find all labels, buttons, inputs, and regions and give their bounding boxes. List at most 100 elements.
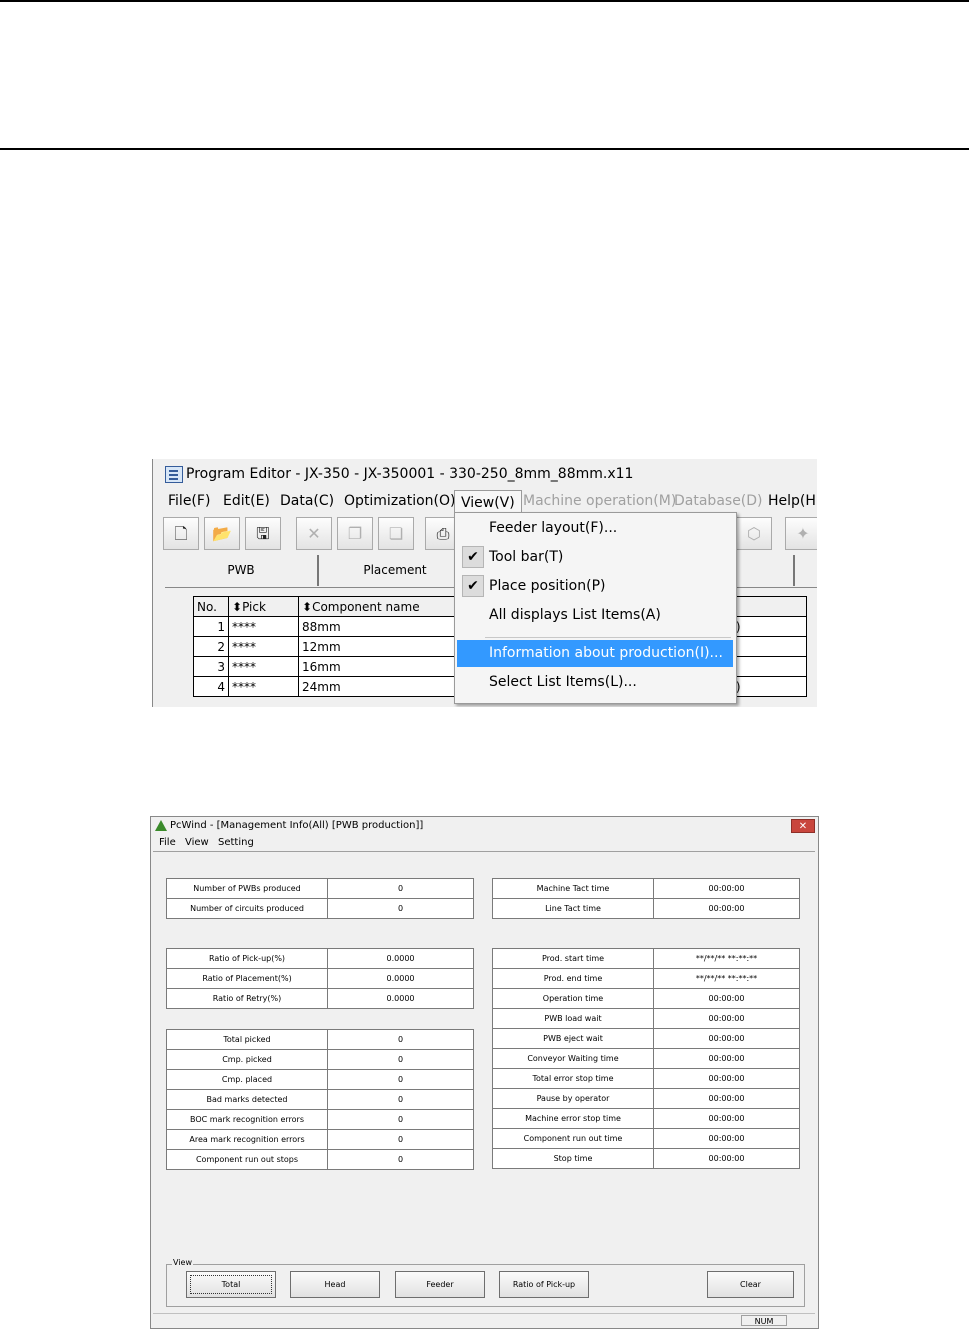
tab-placement[interactable]: Placement <box>319 555 473 586</box>
row-value: 0 <box>327 1029 474 1050</box>
menu-help[interactable]: Help(H) <box>768 489 817 513</box>
copy-icon[interactable]: ❐ <box>337 517 373 550</box>
table-row: Machine error stop time 00:00:00 <box>492 1108 800 1129</box>
row-label: Ratio of Placement(%) <box>166 968 328 989</box>
menu-database[interactable]: Database(D) <box>674 489 763 513</box>
row-label: PWB eject wait <box>492 1028 654 1049</box>
row-value: 0 <box>327 878 474 899</box>
save-icon[interactable]: 🖫 <box>245 517 281 550</box>
table-row: Operation time 00:00:00 <box>492 988 800 1009</box>
table-row: Cmp. picked 0 <box>166 1049 474 1070</box>
pin-icon[interactable]: ✦ <box>785 517 817 550</box>
row-value: **/**/** **:**:** <box>653 948 800 969</box>
tab-pwb[interactable]: PWB <box>165 555 319 586</box>
check-icon: ✔ <box>462 575 484 597</box>
close-icon[interactable]: ✕ <box>791 819 815 833</box>
pcwind-window: PcWind - [Management Info(All) [PWB prod… <box>150 816 819 1329</box>
row-no: 1 <box>193 616 229 637</box>
total-button[interactable]: Total <box>186 1271 276 1298</box>
menu-file[interactable]: File(F) <box>168 489 210 513</box>
menu-item-feeder-layout[interactable]: Feeder layout(F)... <box>457 515 733 542</box>
menu-item-information-about-production[interactable]: Information about production(I)... <box>457 640 733 667</box>
table-row: Stop time 00:00:00 <box>492 1148 800 1169</box>
row-value: **/**/** **:**:** <box>653 968 800 989</box>
row-label: Total error stop time <box>492 1068 654 1089</box>
table-row: Area mark recognition errors 0 <box>166 1129 474 1150</box>
menu-view[interactable]: View(V) <box>454 490 522 514</box>
paste-icon[interactable]: ❏ <box>378 517 414 550</box>
row-label: Operation time <box>492 988 654 1009</box>
num-lock-indicator: NUM <box>741 1315 787 1326</box>
row-label: Cmp. picked <box>166 1049 328 1070</box>
program-editor-window: Program Editor - JX-350 - JX-350001 - 33… <box>152 459 817 707</box>
delete-icon[interactable]: ✕ <box>296 517 332 550</box>
row-value: 0 <box>327 1069 474 1090</box>
row-label: Ratio of Retry(%) <box>166 988 328 1009</box>
row-label: PWB load wait <box>492 1008 654 1029</box>
menu-data[interactable]: Data(C) <box>280 489 334 513</box>
menu-setting[interactable]: Setting <box>218 835 254 850</box>
management-info-panel: Number of PWBs produced 0 Number of circu… <box>153 851 815 1314</box>
menu-file[interactable]: File <box>159 835 176 850</box>
row-value: 0 <box>327 898 474 919</box>
menu-machine-operation[interactable]: Machine operation(M) <box>523 489 676 513</box>
table-row: Conveyor Waiting time 00:00:00 <box>492 1048 800 1069</box>
row-label: Machine Tact time <box>492 878 654 899</box>
table-row: Ratio of Placement(%) 0.0000 <box>166 968 474 989</box>
head-button[interactable]: Head <box>290 1271 380 1298</box>
pcwind-title-bar: PcWind - [Management Info(All) [PWB prod… <box>151 817 818 835</box>
row-value: 0 <box>327 1089 474 1110</box>
row-value: 0 <box>327 1149 474 1170</box>
menu-item-label: Feeder layout(F)... <box>489 520 618 536</box>
editor-title-bar: Program Editor - JX-350 - JX-350001 - 33… <box>153 459 817 489</box>
ratio-of-pickup-button[interactable]: Ratio of Pick-up <box>499 1271 589 1298</box>
row-value: 0.0000 <box>327 948 474 969</box>
menu-item-select-list-items[interactable]: Select List Items(L)... <box>457 669 733 696</box>
row-label: Stop time <box>492 1148 654 1169</box>
production-count-table: Number of PWBs produced 0 Number of circu… <box>166 878 474 919</box>
package-icon[interactable]: ⬡ <box>736 517 772 550</box>
row-label: Component run out stops <box>166 1149 328 1170</box>
pcwind-app-icon <box>155 820 167 831</box>
header-rule <box>0 148 969 150</box>
editor-title: Program Editor - JX-350 - JX-350001 - 33… <box>186 466 634 482</box>
row-pick: **** <box>228 656 299 677</box>
menu-item-tool-bar[interactable]: ✔ Tool bar(T) <box>457 544 733 571</box>
menu-view[interactable]: View <box>185 835 209 850</box>
view-dropdown-menu: Feeder layout(F)... ✔ Tool bar(T) ✔ Place … <box>454 512 737 704</box>
row-pick: **** <box>228 636 299 657</box>
check-icon: ✔ <box>462 546 484 568</box>
row-label: Cmp. placed <box>166 1069 328 1090</box>
pcwind-title: PcWind - [Management Info(All) [PWB prod… <box>170 820 424 831</box>
table-row: Line Tact time 00:00:00 <box>492 898 800 919</box>
table-row: PWB eject wait 00:00:00 <box>492 1028 800 1049</box>
view-group: View Total Head Feeder Ratio of Pick-up … <box>166 1258 805 1307</box>
row-value: 00:00:00 <box>653 1008 800 1029</box>
time-stats-table: Prod. start time **/**/** **:**:** Prod. … <box>492 948 800 1169</box>
open-icon[interactable]: 📂 <box>204 517 240 550</box>
row-value: 00:00:00 <box>653 988 800 1009</box>
new-icon[interactable]: 🗋 <box>163 517 199 550</box>
menu-item-place-position[interactable]: ✔ Place position(P) <box>457 573 733 600</box>
feeder-button[interactable]: Feeder <box>395 1271 485 1298</box>
menu-optimization[interactable]: Optimization(O) <box>344 489 456 513</box>
top-rule <box>0 0 969 2</box>
col-no-header[interactable]: No. <box>193 596 229 617</box>
row-label: Line Tact time <box>492 898 654 919</box>
row-value: 00:00:00 <box>653 878 800 899</box>
row-label: Prod. start time <box>492 948 654 969</box>
menu-item-label: Select List Items(L)... <box>489 674 637 690</box>
row-value: 0 <box>327 1049 474 1070</box>
col-pick-header[interactable]: ⬍Pick <box>228 596 299 617</box>
row-pick: **** <box>228 676 299 697</box>
menu-edit[interactable]: Edit(E) <box>223 489 270 513</box>
table-row: BOC mark recognition errors 0 <box>166 1109 474 1130</box>
menu-item-label: All displays List Items(A) <box>489 607 661 623</box>
menu-item-all-displays[interactable]: All displays List Items(A) <box>457 602 733 629</box>
row-value: 00:00:00 <box>653 1068 800 1089</box>
clear-button[interactable]: Clear <box>707 1271 794 1298</box>
row-no: 4 <box>193 676 229 697</box>
tab-other[interactable] <box>733 555 795 586</box>
table-row: Total error stop time 00:00:00 <box>492 1068 800 1089</box>
tact-time-table: Machine Tact time 00:00:00 Line Tact time… <box>492 878 800 919</box>
